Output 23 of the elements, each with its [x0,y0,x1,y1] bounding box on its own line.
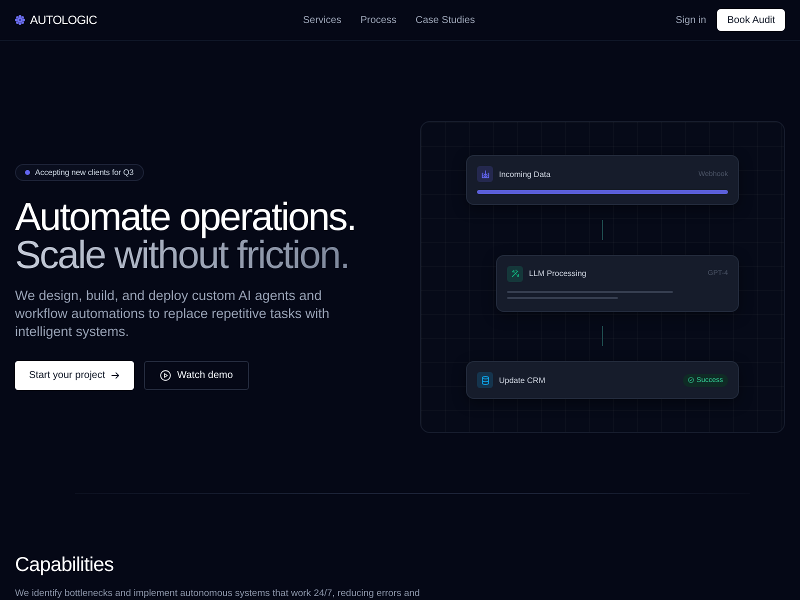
node-title: LLM Processing [529,269,586,278]
nav-link[interactable]: Services [303,14,342,26]
watch-demo-button[interactable]: Watch demo [144,361,249,390]
badge-text: Accepting new clients for Q3 [35,168,134,177]
book-audit-button[interactable]: Book Audit [717,9,785,31]
headline: Automate operations. [15,199,356,237]
play-icon [160,370,172,381]
brand-name[interactable]: AUTOLOGIC [30,13,97,27]
node-title: Incoming Data [499,170,551,178]
nav-link[interactable]: Case Studies [415,14,475,26]
check-circle-icon [688,377,694,383]
arrow-right-icon [111,371,120,380]
connector-line [602,326,603,346]
badge-dot-icon [25,170,30,175]
connector-line [602,220,603,240]
section-description: We identify bottlenecks and implement autonomous systems that work 24/7, reducing errors and [15,587,420,600]
logo-icon [15,15,25,25]
sign-in-link[interactable]: Sign in [676,14,706,26]
node-title: Update CRM [499,376,546,384]
section-title: Capabilities [15,553,114,577]
start-project-button[interactable]: Start your project [15,361,134,390]
hero-description: We design, build, and deploy custom AI agents and workflow automations to replace repetitive tasks with intelligent systems. [15,287,330,341]
nav-link[interactable]: Process [360,14,396,26]
